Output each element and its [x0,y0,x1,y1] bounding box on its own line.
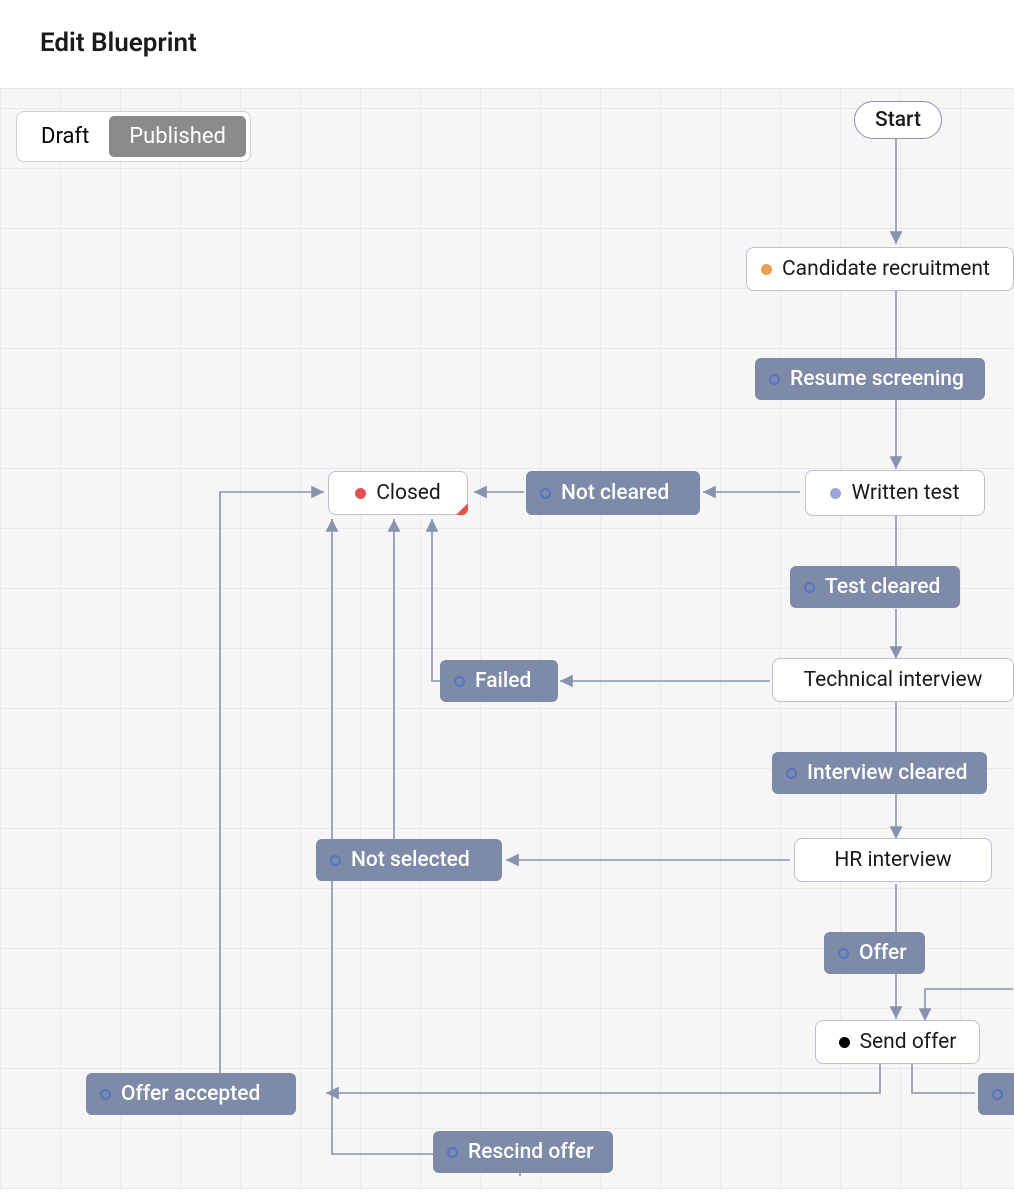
dot-icon [761,264,772,275]
dot-icon [355,488,366,499]
transition-interview-cleared[interactable]: Interview cleared [772,752,987,794]
dot-icon [454,676,465,687]
node-label: Interview cleared [807,761,968,785]
node-candidate-recruitment[interactable]: Candidate recruitment [746,247,1014,291]
node-label: Offer accepted [121,1082,260,1106]
dot-icon [100,1089,111,1100]
node-label: Test cleared [825,575,940,599]
dot-icon [838,948,849,959]
node-label: Not cleared [561,481,669,505]
transition-rescind-offer[interactable]: Rescind offer [433,1131,613,1173]
transition-offer[interactable]: Offer [824,932,925,974]
tab-published[interactable]: Published [109,116,246,157]
node-start[interactable]: Start [854,101,942,139]
transition-not-selected[interactable]: Not selected [316,839,502,881]
dot-icon [330,855,341,866]
node-label: Written test [851,481,959,505]
dot-icon [447,1147,458,1158]
node-label: Technical interview [804,668,983,692]
node-label: Start [875,108,921,132]
node-label: Offer [859,941,907,965]
node-label: Rescind offer [468,1140,594,1164]
transition-resume-screening[interactable]: Resume screening [755,358,985,400]
dot-icon [769,374,780,385]
flag-icon [456,503,468,515]
node-label: HR interview [834,848,951,872]
blueprint-canvas[interactable]: Draft Published [0,89,1014,1189]
dot-icon [839,1037,850,1048]
node-label: Candidate recruitment [782,257,990,281]
tab-draft[interactable]: Draft [21,116,109,157]
transition-offer-accepted[interactable]: Offer accepted [86,1073,296,1115]
transition-test-cleared[interactable]: Test cleared [790,566,960,608]
node-hr-interview[interactable]: HR interview [794,838,992,882]
node-label: Send offer [860,1030,957,1054]
transition-not-cleared[interactable]: Not cleared [526,471,700,515]
dot-icon [992,1089,1003,1100]
transition-failed[interactable]: Failed [440,660,558,702]
page-title: Edit Blueprint [40,28,974,58]
dot-icon [830,488,841,499]
dot-icon [804,582,815,593]
dot-icon [540,488,551,499]
view-toggle: Draft Published [16,111,251,162]
node-label: Closed [376,481,441,505]
node-label: Resume screening [790,367,964,391]
node-label: Failed [475,669,531,693]
node-closed[interactable]: Closed [328,471,468,515]
node-technical-interview[interactable]: Technical interview [772,658,1014,702]
transition-partial-right[interactable] [978,1073,1014,1115]
dot-icon [786,768,797,779]
node-label: Not selected [351,848,470,872]
node-send-offer[interactable]: Send offer [815,1020,980,1064]
node-written-test[interactable]: Written test [805,470,985,516]
